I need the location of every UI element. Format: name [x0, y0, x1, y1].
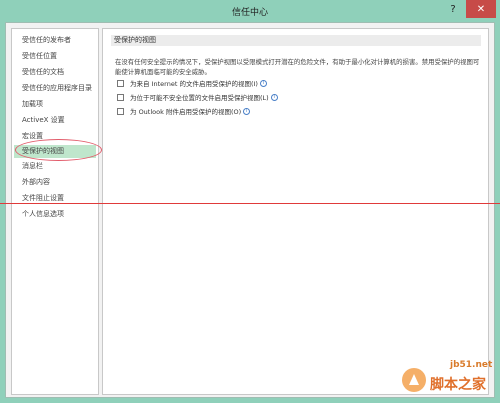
- watermark-site: jb51.net: [450, 360, 493, 370]
- option-label[interactable]: 为位于可能不安全位置的文件启用受保护视图(L): [130, 92, 269, 102]
- sidebar-item-activex-settings[interactable]: ActiveX 设置: [14, 114, 96, 127]
- section-description: 在没有任何安全提示的情况下，受保护视图以受限模式打开潜在的危险文件，有助于最小化…: [115, 58, 480, 76]
- settings-panel: 受保护的视图 在没有任何安全提示的情况下，受保护视图以受限模式打开潜在的危险文件…: [102, 28, 489, 395]
- title-bar[interactable]: 信任中心 ? ✕: [0, 0, 500, 22]
- watermark-name: 脚本之家: [430, 377, 486, 393]
- sidebar-item-trusted-locations[interactable]: 受信任位置: [14, 50, 96, 63]
- watermark: jb51.net 脚本之家: [392, 352, 498, 400]
- checkbox-outlook-attachments[interactable]: [117, 107, 124, 115]
- sidebar-item-trusted-publishers[interactable]: 受信任的发布者: [14, 34, 96, 47]
- sidebar: 受信任的发布者 受信任位置 受信任的文档 受信任的应用程序目录 加载项 Acti…: [11, 28, 102, 395]
- sidebar-item-trusted-documents[interactable]: 受信任的文档: [14, 66, 96, 79]
- checkbox-unsafe-locations[interactable]: [117, 93, 124, 101]
- annotation-oval: [15, 139, 102, 161]
- info-icon[interactable]: i: [259, 79, 267, 87]
- sidebar-item-message-bar[interactable]: 消息栏: [14, 160, 96, 173]
- option-label[interactable]: 为 Outlook 附件启用受保护的视图(O): [130, 106, 241, 116]
- info-icon[interactable]: i: [270, 93, 278, 101]
- option-label[interactable]: 为来自 Internet 的文件启用受保护的视图(I): [130, 78, 258, 88]
- sidebar-item-external-content[interactable]: 外部内容: [14, 176, 96, 189]
- option-outlook-attachments[interactable]: 为 Outlook 附件启用受保护的视图(O) i: [117, 106, 251, 116]
- checkbox-internet-files[interactable]: [117, 79, 124, 87]
- dialog-body: 受信任的发布者 受信任位置 受信任的文档 受信任的应用程序目录 加载项 Acti…: [5, 22, 495, 398]
- option-unsafe-locations[interactable]: 为位于可能不安全位置的文件启用受保护视图(L) i: [117, 92, 278, 102]
- help-button[interactable]: ?: [440, 0, 466, 18]
- sidebar-item-privacy-options[interactable]: 个人信息选项: [14, 208, 96, 221]
- annotation-line: [0, 203, 500, 204]
- section-title: 受保护的视图: [111, 35, 481, 46]
- sidebar-item-trusted-app-catalogs[interactable]: 受信任的应用程序目录: [14, 82, 96, 95]
- trust-center-window: 信任中心 ? ✕ 受信任的发布者 受信任位置 受信任的文档 受信任的应用程序目录…: [0, 0, 500, 403]
- sidebar-item-add-ins[interactable]: 加载项: [14, 98, 96, 111]
- close-button[interactable]: ✕: [466, 0, 496, 18]
- watermark-logo-icon: [402, 368, 426, 392]
- option-internet-files[interactable]: 为来自 Internet 的文件启用受保护的视图(I) i: [117, 78, 267, 88]
- window-title: 信任中心: [231, 8, 268, 18]
- info-icon[interactable]: i: [243, 107, 251, 115]
